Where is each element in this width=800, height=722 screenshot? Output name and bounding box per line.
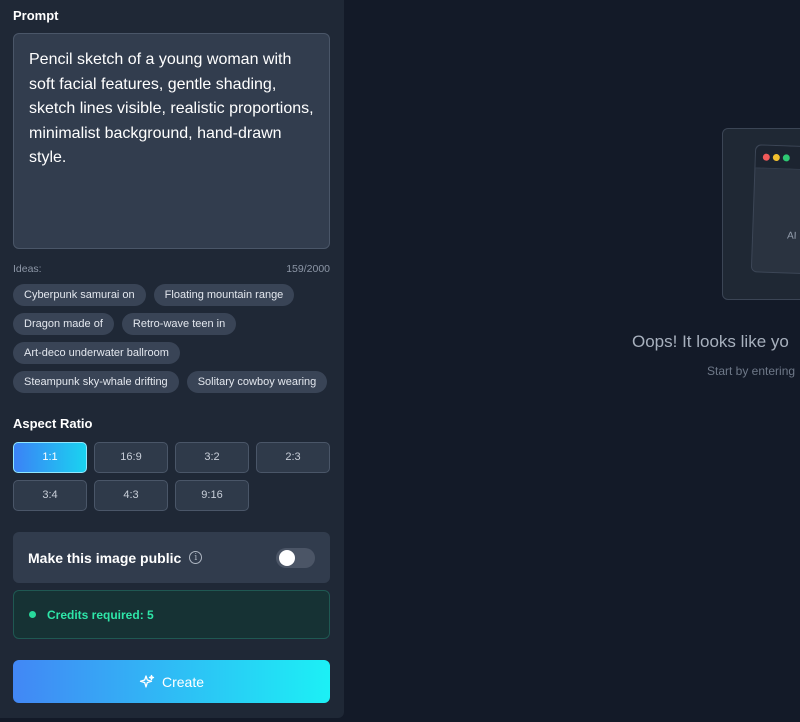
- aspect-ratio-option-9-16[interactable]: 9:16: [175, 480, 249, 511]
- aspect-ratio-option-3-4[interactable]: 3:4: [13, 480, 87, 511]
- aspect-ratio-grid: 1:1 16:9 3:2 2:3 3:4 4:3 9:16: [13, 442, 330, 511]
- aspect-ratio-option-4-3[interactable]: 4:3: [94, 480, 168, 511]
- empty-state-subtitle: Start by entering: [707, 364, 796, 378]
- create-button-label: Create: [161, 673, 205, 690]
- idea-chip[interactable]: Steampunk sky-whale drifting: [13, 371, 179, 393]
- public-toggle[interactable]: [276, 547, 315, 568]
- toggle-knob: [279, 549, 295, 566]
- ideas-meta-row: Ideas: 159/2000: [13, 263, 330, 275]
- prompt-label: Prompt: [13, 8, 59, 23]
- maximize-dot-icon: [782, 153, 790, 162]
- empty-state-illustration: AI: [722, 128, 800, 300]
- public-toggle-row: Make this image public i: [13, 532, 330, 583]
- idea-chip[interactable]: Solitary cowboy wearing: [186, 371, 328, 393]
- create-button[interactable]: Create: [13, 660, 330, 703]
- public-toggle-label: Make this image public: [28, 549, 182, 566]
- character-counter: 159/2000: [286, 263, 330, 275]
- prompt-textarea[interactable]: Pencil sketch of a young woman with soft…: [13, 33, 330, 249]
- minimize-dot-icon: [772, 153, 780, 161]
- idea-chip[interactable]: Cyberpunk samurai on: [13, 284, 146, 306]
- idea-chip[interactable]: Retro-wave teen in: [121, 313, 237, 335]
- mini-window: AI: [750, 144, 800, 276]
- ideas-label: Ideas:: [13, 263, 42, 275]
- idea-chip[interactable]: Dragon made of: [13, 313, 114, 335]
- close-dot-icon: [762, 153, 770, 161]
- aspect-ratio-option-16-9[interactable]: 16:9: [94, 442, 168, 473]
- aspect-ratio-label: Aspect Ratio: [13, 416, 93, 431]
- status-dot-icon: [29, 611, 36, 618]
- window-controls: [755, 145, 800, 172]
- credits-text: Credits required: 5: [47, 607, 154, 622]
- idea-chip[interactable]: Floating mountain range: [153, 284, 295, 306]
- idea-chip[interactable]: Art-deco underwater ballroom: [13, 342, 180, 364]
- idea-chips: Cyberpunk samurai on Floating mountain r…: [13, 284, 333, 393]
- credits-banner: Credits required: 5: [13, 590, 330, 639]
- empty-state-title: Oops! It looks like yo: [632, 332, 789, 351]
- settings-panel: Prompt Pencil sketch of a young woman wi…: [0, 0, 344, 718]
- aspect-ratio-option-3-2[interactable]: 3:2: [175, 442, 249, 473]
- aspect-ratio-option-1-1[interactable]: 1:1: [13, 442, 87, 473]
- info-icon[interactable]: i: [189, 551, 203, 564]
- aspect-ratio-option-2-3[interactable]: 2:3: [256, 442, 330, 473]
- sparkle-icon: [139, 674, 155, 688]
- preview-text: AI: [786, 230, 797, 242]
